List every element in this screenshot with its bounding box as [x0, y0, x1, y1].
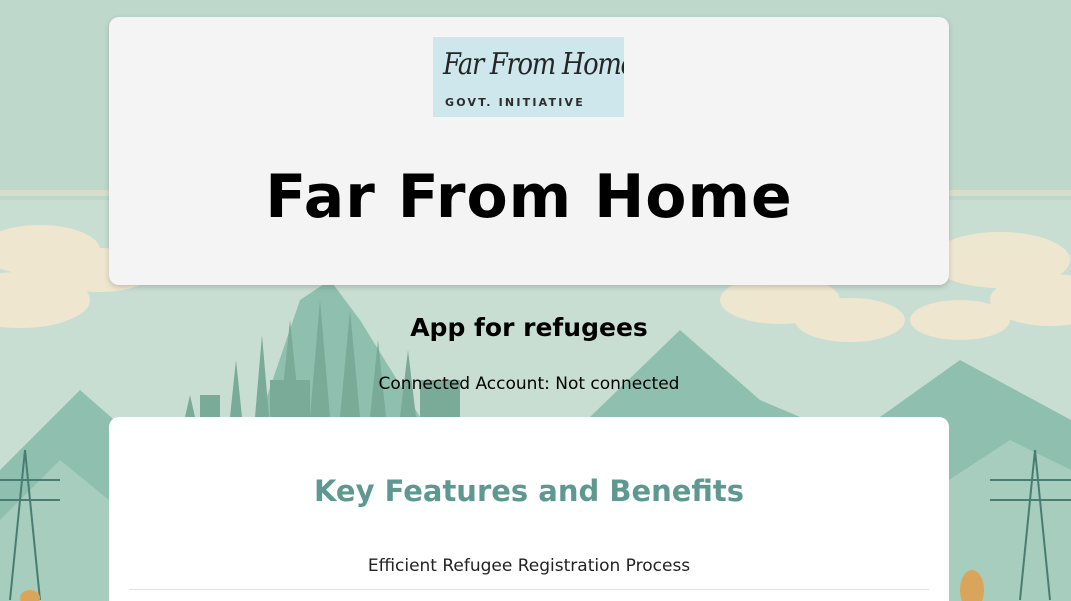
logo-subtitle: GOVT. INITIATIVE — [445, 96, 585, 109]
app-tagline: App for refugees — [410, 313, 648, 342]
header-card: Far From Home GOVT. INITIATIVE Far From … — [109, 17, 949, 285]
connected-account-status: Connected Account: Not connected — [378, 374, 680, 394]
site-logo[interactable]: Far From Home GOVT. INITIATIVE — [433, 37, 624, 117]
features-title: Key Features and Benefits — [313, 474, 745, 508]
features-section: Key Features and Benefits Efficient Refu… — [109, 417, 949, 601]
feature-divider — [129, 589, 929, 590]
feature-item: Efficient Refugee Registration Process — [367, 556, 691, 576]
logo-script-text: Far From Home — [443, 47, 624, 82]
page-title: Far From Home — [265, 162, 793, 232]
